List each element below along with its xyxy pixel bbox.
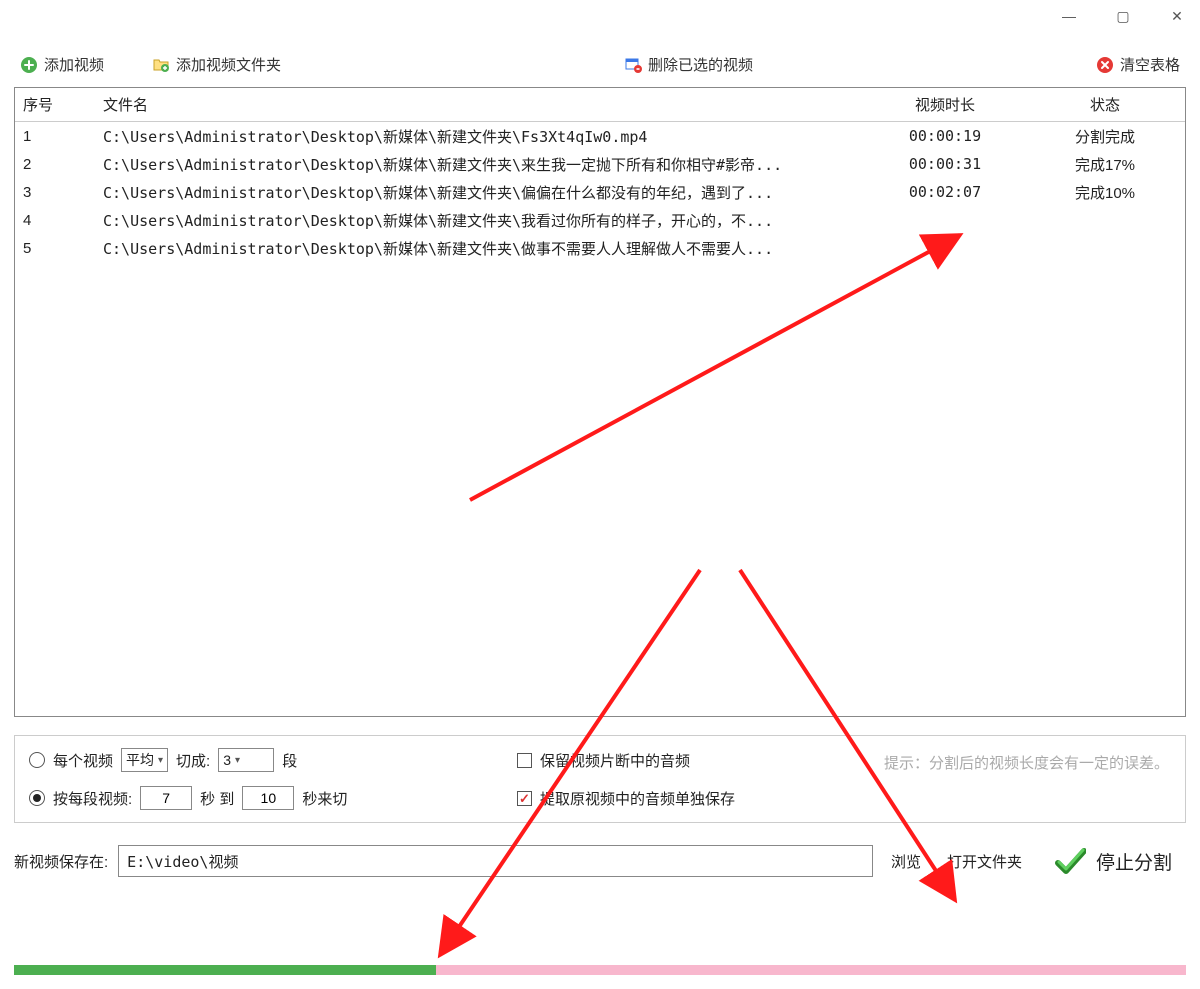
cell-filename: C:\Users\Administrator\Desktop\新媒体\新建文件夹… [95, 232, 865, 265]
bottom-panel: 新视频保存在: E:\video\视频 浏览 打开文件夹 停止分割 [14, 841, 1186, 881]
keep-audio-label: 保留视频片断中的音频 [540, 750, 690, 771]
progress-done [14, 965, 436, 975]
plus-circle-icon [20, 56, 38, 74]
window-titlebar: — ▢ ✕ [0, 0, 1200, 32]
chevron-down-icon: ▾ [235, 755, 240, 766]
mode-per-segment-radio[interactable] [29, 790, 45, 806]
window-delete-icon [624, 56, 642, 74]
extract-audio-checkbox[interactable] [517, 791, 532, 806]
col-filename[interactable]: 文件名 [95, 88, 865, 121]
col-duration[interactable]: 视频时长 [865, 88, 1025, 121]
stop-split-label: 停止分割 [1096, 848, 1172, 875]
clear-table-button[interactable]: 清空表格 [1090, 52, 1186, 77]
video-table: 序号 文件名 视频时长 状态 1 C:\Users\Administrator\D… [14, 87, 1186, 717]
avg-select-value: 平均 [126, 750, 154, 770]
chevron-down-icon: ▾ [158, 755, 163, 766]
table-body: 1 C:\Users\Administrator\Desktop\新媒体\新建文件… [15, 122, 1185, 262]
table-row[interactable]: 5C:\Users\Administrator\Desktop\新媒体\新建文件… [15, 234, 1185, 262]
cell-index: 5 [15, 234, 95, 263]
table-row[interactable]: 3C:\Users\Administrator\Desktop\新媒体\新建文件… [15, 178, 1185, 206]
segment-count-select[interactable]: 3 ▾ [218, 748, 274, 772]
cell-index: 2 [15, 150, 95, 179]
seconds-from-input[interactable] [140, 786, 192, 810]
sec-unit-label: 秒来切 [302, 788, 347, 809]
cell-status [1025, 214, 1185, 226]
hint-text: 提示：分割后的视频长度会有一定的误差。 [884, 752, 1169, 773]
mode-each-video-radio[interactable] [29, 752, 45, 768]
progress-remaining [436, 965, 1186, 975]
clear-icon [1096, 56, 1114, 74]
cell-duration [865, 242, 1025, 254]
seconds-to-input[interactable] [242, 786, 294, 810]
keep-audio-checkbox[interactable] [517, 753, 532, 768]
segment-count-value: 3 [223, 752, 231, 768]
col-status[interactable]: 状态 [1025, 88, 1185, 121]
cell-duration: 00:00:19 [865, 121, 1025, 151]
save-path-label: 新视频保存在: [14, 851, 108, 872]
save-path-input[interactable]: E:\video\视频 [118, 845, 873, 877]
cut-as-label: 切成: [176, 750, 210, 771]
folder-plus-icon [152, 56, 170, 74]
delete-selected-button[interactable]: 删除已选的视频 [618, 52, 759, 77]
toolbar: 添加视频 添加视频文件夹 删除已选的视频 清空表格 [0, 32, 1200, 87]
segment-unit-label: 段 [282, 750, 297, 771]
add-video-label: 添加视频 [44, 54, 104, 75]
table-header: 序号 文件名 视频时长 状态 [15, 88, 1185, 122]
save-path-value: E:\video\视频 [127, 851, 238, 872]
add-video-button[interactable]: 添加视频 [14, 52, 110, 77]
cell-index: 4 [15, 206, 95, 235]
delete-selected-label: 删除已选的视频 [648, 54, 753, 75]
cell-status: 完成10% [1025, 176, 1185, 209]
table-row[interactable]: 2C:\Users\Administrator\Desktop\新媒体\新建文件… [15, 150, 1185, 178]
sec-to-label: 秒 到 [200, 788, 234, 809]
browse-button[interactable]: 浏览 [883, 845, 929, 878]
cell-index: 3 [15, 178, 95, 207]
add-folder-button[interactable]: 添加视频文件夹 [146, 52, 287, 77]
col-index[interactable]: 序号 [15, 88, 95, 121]
checkmark-icon [1054, 845, 1086, 877]
mode2-label: 按每段视频: [53, 788, 132, 809]
cell-duration [865, 214, 1025, 226]
stop-split-button[interactable]: 停止分割 [1040, 841, 1186, 881]
clear-table-label: 清空表格 [1120, 54, 1180, 75]
avg-select[interactable]: 平均 ▾ [121, 748, 168, 772]
add-folder-label: 添加视频文件夹 [176, 54, 281, 75]
cell-index: 1 [15, 122, 95, 151]
open-folder-button[interactable]: 打开文件夹 [939, 845, 1030, 878]
cell-duration: 00:00:31 [865, 149, 1025, 179]
progress-bar [14, 965, 1186, 975]
table-row[interactable]: 1C:\Users\Administrator\Desktop\新媒体\新建文件… [15, 122, 1185, 150]
cell-status [1025, 242, 1185, 254]
extract-audio-label: 提取原视频中的音频单独保存 [540, 788, 735, 809]
maximize-button[interactable]: ▢ [1108, 8, 1138, 25]
cell-duration: 00:02:07 [865, 177, 1025, 207]
close-button[interactable]: ✕ [1162, 8, 1192, 25]
minimize-button[interactable]: — [1054, 8, 1084, 24]
options-panel: 每个视频 平均 ▾ 切成: 3 ▾ 段 保留视频片断中的音频 按每段视频: 秒 … [14, 735, 1186, 823]
mode1-label: 每个视频 [53, 750, 113, 771]
table-row[interactable]: 4C:\Users\Administrator\Desktop\新媒体\新建文件… [15, 206, 1185, 234]
